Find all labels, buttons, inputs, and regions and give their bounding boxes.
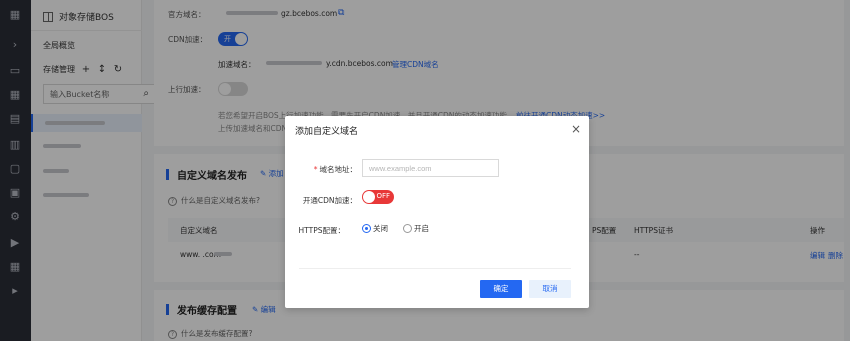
divider	[299, 268, 571, 269]
enable-cdn-toggle[interactable]: OFF	[362, 190, 394, 204]
cdn-accel-label: 开通CDN加速：	[302, 196, 357, 205]
https-config-label: HTTPS配置：	[298, 226, 345, 235]
dialog-title: 添加自定义域名	[295, 127, 359, 137]
add-custom-domain-dialog: 添加自定义域名 × *域名地址： 开通CDN加速： OFF HTTPS配置： 关…	[285, 116, 589, 308]
confirm-button[interactable]: 确定	[480, 280, 522, 298]
domain-address-input[interactable]	[362, 159, 499, 177]
https-off-radio[interactable]: 关闭	[362, 223, 388, 234]
https-on-radio[interactable]: 开启	[403, 223, 429, 234]
cancel-button[interactable]: 取消	[529, 280, 571, 298]
close-icon[interactable]: ×	[571, 122, 581, 136]
domain-address-label: * 域名地址：	[313, 165, 357, 174]
